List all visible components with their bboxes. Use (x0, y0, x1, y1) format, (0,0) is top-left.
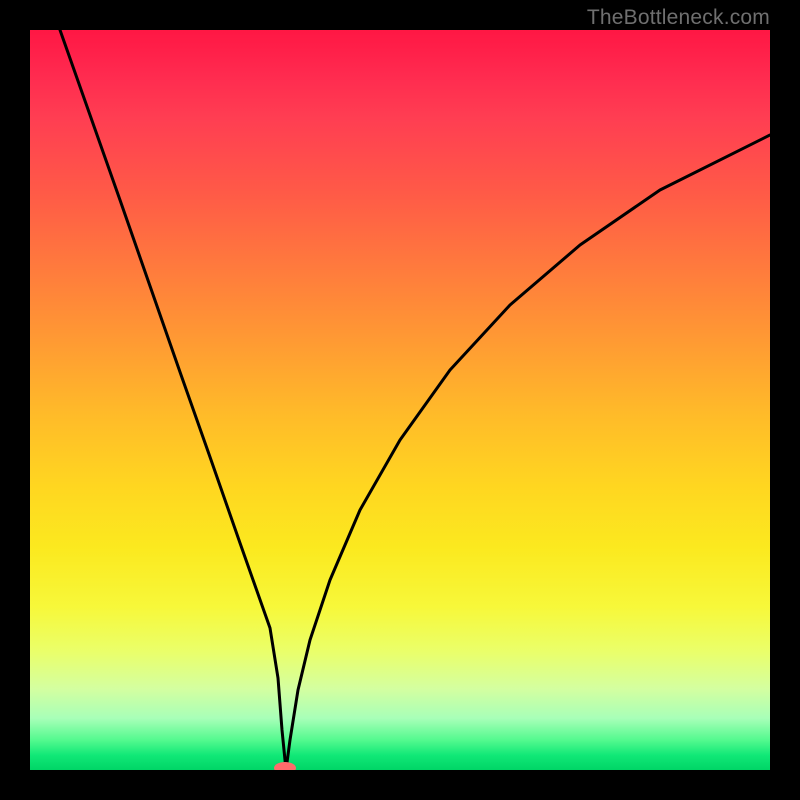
curve-layer (30, 30, 770, 770)
vertex-marker (274, 762, 296, 770)
plot-area (30, 30, 770, 770)
chart-frame: TheBottleneck.com (0, 0, 800, 800)
watermark-text: TheBottleneck.com (587, 6, 770, 30)
bottleneck-curve (60, 30, 770, 770)
